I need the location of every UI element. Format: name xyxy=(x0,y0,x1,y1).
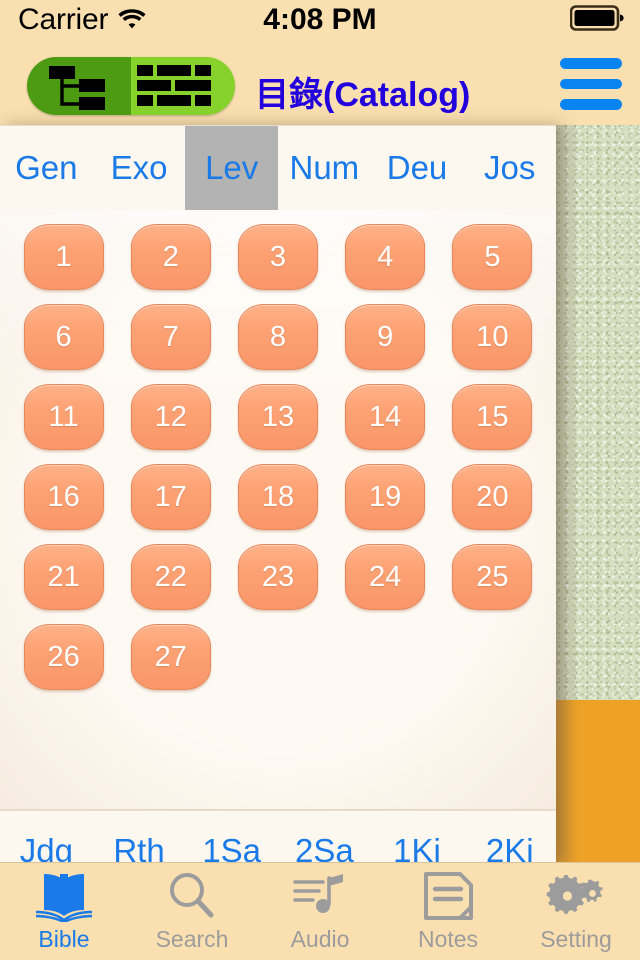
chapter-grid: 1 2 3 4 5 6 7 8 9 10 11 12 13 14 15 16 17 18 19 20 21 22 23 24 2… xyxy=(0,224,556,690)
chapter-button-19[interactable]: 19 xyxy=(345,464,426,530)
chapter-button-9[interactable]: 9 xyxy=(345,304,426,370)
chapter-cell: 17 xyxy=(117,464,224,530)
chapter-cell: 24 xyxy=(332,544,439,610)
chapter-cell: 6 xyxy=(10,304,117,370)
chapter-button-11[interactable]: 11 xyxy=(23,384,104,450)
chapter-button-25[interactable]: 25 xyxy=(452,544,533,610)
chapter-cell: 3 xyxy=(224,224,331,290)
chapter-button-21[interactable]: 21 xyxy=(23,544,104,610)
chapter-button-7[interactable]: 7 xyxy=(130,304,211,370)
chapter-button-6[interactable]: 6 xyxy=(23,304,104,370)
chapter-button-16[interactable]: 16 xyxy=(23,464,104,530)
chapter-button-14[interactable]: 14 xyxy=(345,384,426,450)
note-page-icon xyxy=(421,870,475,922)
hamburger-bar-2 xyxy=(560,78,622,90)
chapter-cell: 21 xyxy=(10,544,117,610)
status-bar: Carrier 4:08 PM xyxy=(0,0,640,40)
chapter-button-23[interactable]: 23 xyxy=(237,544,318,610)
chapter-button-3[interactable]: 3 xyxy=(237,224,318,290)
magnifier-icon xyxy=(164,870,220,922)
chapter-cell: 22 xyxy=(117,544,224,610)
tab-label: Search xyxy=(155,926,229,952)
hamburger-bar-1 xyxy=(560,58,622,69)
chapter-cell: 8 xyxy=(224,304,331,370)
status-bar-time: 4:08 PM xyxy=(263,3,377,36)
chapter-button-13[interactable]: 13 xyxy=(237,384,318,450)
chapter-cell: 14 xyxy=(332,384,439,450)
chapter-grid-area: 1 2 3 4 5 6 7 8 9 10 11 12 13 14 15 16 17 18 19 20 21 22 23 24 2… xyxy=(0,210,556,810)
hamburger-bar-3 xyxy=(560,99,622,111)
music-note-icon xyxy=(291,870,349,922)
chapter-cell: 11 xyxy=(10,384,117,450)
chapter-button-15[interactable]: 15 xyxy=(452,384,533,450)
tab-bible[interactable]: Bible xyxy=(0,863,128,960)
tab-label: Audio xyxy=(290,926,350,952)
chapter-cell: 20 xyxy=(439,464,546,530)
chapter-button-26[interactable]: 26 xyxy=(23,624,104,690)
tab-label: Notes xyxy=(417,926,479,952)
catalog-overlay-panel: Gen Exo Lev Num Deu Jos 1 2 3 4 5 6 7 8 9 10 11 12 13 14 15… xyxy=(0,125,556,960)
book-tab-num[interactable]: Num xyxy=(278,126,371,210)
navigation-bar: 目錄(Catalog) xyxy=(0,40,640,125)
book-tab-exo[interactable]: Exo xyxy=(93,126,186,210)
gears-icon xyxy=(545,870,607,922)
page-title: 目錄(Catalog) xyxy=(255,76,471,114)
chapter-button-24[interactable]: 24 xyxy=(345,544,426,610)
chapter-cell: 12 xyxy=(117,384,224,450)
chapter-button-4[interactable]: 4 xyxy=(345,224,426,290)
chapter-cell: 9 xyxy=(332,304,439,370)
tab-label: Setting xyxy=(540,926,612,952)
tab-label: Bible xyxy=(38,926,90,952)
tab-setting[interactable]: Setting xyxy=(512,863,640,960)
catalog-tree-brick-icon[interactable] xyxy=(27,57,235,115)
bottom-tab-bar: Bible Search Audio Notes Setting xyxy=(0,862,640,960)
chapter-cell: 15 xyxy=(439,384,546,450)
chapter-button-8[interactable]: 8 xyxy=(237,304,318,370)
book-tabs-top-row: Gen Exo Lev Num Deu Jos xyxy=(0,125,556,210)
chapter-cell: 7 xyxy=(117,304,224,370)
chapter-cell: 5 xyxy=(439,224,546,290)
chapter-button-2[interactable]: 2 xyxy=(130,224,211,290)
chapter-button-18[interactable]: 18 xyxy=(237,464,318,530)
chapter-cell: 1 xyxy=(10,224,117,290)
chapter-cell: 27 xyxy=(117,624,224,690)
chapter-button-5[interactable]: 5 xyxy=(452,224,533,290)
book-tab-deu[interactable]: Deu xyxy=(371,126,464,210)
chapter-cell: 25 xyxy=(439,544,546,610)
book-tab-jos[interactable]: Jos xyxy=(463,126,556,210)
app-root: 2:12:1eartthei2:2作,了。2:2cam worprocday 漢… xyxy=(0,0,640,960)
chapter-button-17[interactable]: 17 xyxy=(130,464,211,530)
tab-audio[interactable]: Audio xyxy=(256,863,384,960)
chapter-cell: 23 xyxy=(224,544,331,610)
chapter-button-27[interactable]: 27 xyxy=(130,624,211,690)
chapter-button-20[interactable]: 20 xyxy=(452,464,533,530)
tab-notes[interactable]: Notes xyxy=(384,863,512,960)
chapter-cell: 18 xyxy=(224,464,331,530)
chapter-button-1[interactable]: 1 xyxy=(23,224,104,290)
chapter-cell: 10 xyxy=(439,304,546,370)
chapter-button-10[interactable]: 10 xyxy=(452,304,533,370)
tab-search[interactable]: Search xyxy=(128,863,256,960)
book-tab-gen[interactable]: Gen xyxy=(0,126,93,210)
open-book-icon xyxy=(33,870,95,922)
catalog-icon-tree-half xyxy=(27,57,131,115)
chapter-button-22[interactable]: 22 xyxy=(130,544,211,610)
chapter-cell: 4 xyxy=(332,224,439,290)
status-bar-right xyxy=(569,4,626,37)
chapter-cell: 16 xyxy=(10,464,117,530)
chapter-button-12[interactable]: 12 xyxy=(130,384,211,450)
catalog-icon-brick-half xyxy=(131,57,235,115)
battery-full-icon xyxy=(569,4,626,37)
chapter-cell: 26 xyxy=(10,624,117,690)
chapter-cell: 2 xyxy=(117,224,224,290)
chapter-cell: 13 xyxy=(224,384,331,450)
book-tab-lev[interactable]: Lev xyxy=(185,126,279,210)
hamburger-menu-icon[interactable] xyxy=(560,58,622,111)
chapter-cell: 19 xyxy=(332,464,439,530)
